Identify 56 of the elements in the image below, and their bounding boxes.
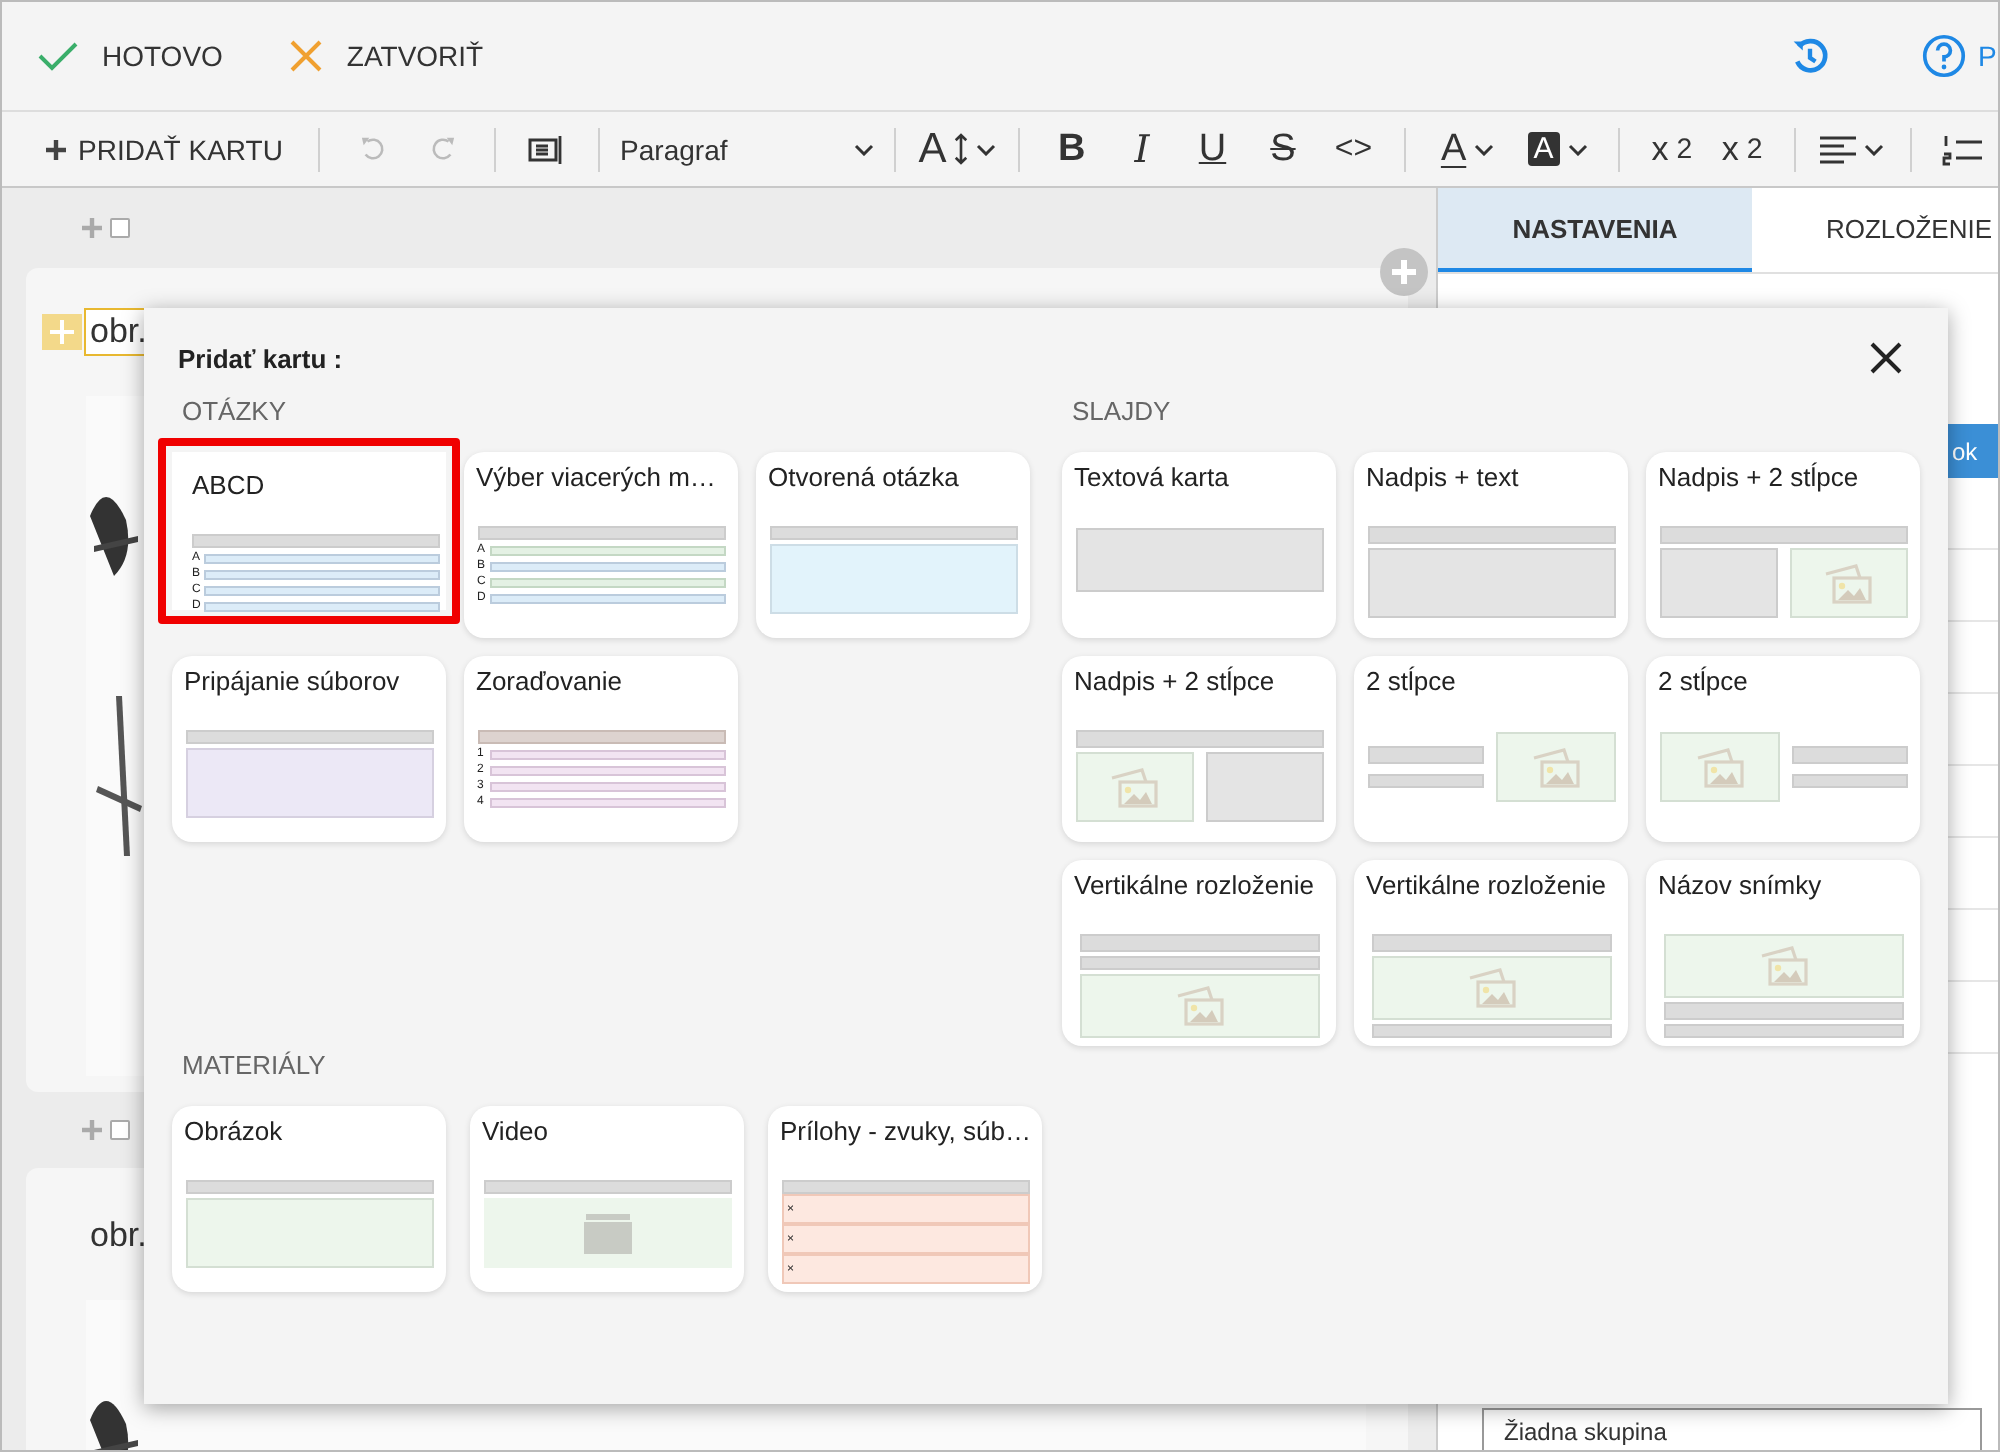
up-down-arrow-icon <box>954 132 969 166</box>
card-type-tile[interactable]: 2 stĺpce <box>1646 656 1920 842</box>
card-type-tile[interactable]: Textová karta <box>1062 452 1336 638</box>
card-type-tile[interactable]: Nadpis + 2 stĺpce <box>1646 452 1920 638</box>
add-card-button[interactable]: PRIDAŤ KARTU <box>46 119 303 179</box>
move-handle-icon[interactable] <box>42 314 82 350</box>
card-type-tile[interactable]: Video <box>470 1106 744 1292</box>
panel-tab[interactable]: NASTAVENIA <box>1438 188 1752 272</box>
group-field[interactable]: Žiadna skupina <box>1482 1408 1982 1450</box>
panel-tab[interactable]: ROZLOŽENIE <box>1752 188 1998 272</box>
close-icon <box>290 40 323 72</box>
card-type-tile[interactable]: Pripájanie súborov <box>172 656 446 842</box>
checkbox[interactable] <box>110 1120 130 1140</box>
italic-button[interactable]: I <box>1106 119 1178 179</box>
card-type-tile[interactable]: Nadpis + text <box>1354 452 1628 638</box>
text-box-icon <box>528 135 565 163</box>
redo-icon <box>429 136 456 162</box>
history-icon[interactable] <box>1790 36 1830 76</box>
caret-icon <box>976 143 997 155</box>
section-title: MATERIÁLY <box>182 1050 328 1080</box>
section-title: OTÁZKY <box>182 396 289 426</box>
card-type-tile[interactable]: 2 stĺpce <box>1354 656 1628 842</box>
card-type-tile[interactable]: Vertikálne rozloženie <box>1062 860 1336 1046</box>
undo-icon <box>359 136 386 162</box>
strike-button[interactable]: S <box>1247 119 1319 179</box>
add-circle-icon[interactable] <box>1380 248 1428 296</box>
numbered-list-icon <box>1942 133 1983 165</box>
card-type-tile[interactable]: Nadpis + 2 stĺpce <box>1062 656 1336 842</box>
card-type-tile[interactable]: Názov snímky <box>1646 860 1920 1046</box>
check-icon <box>38 40 78 72</box>
highlight-color-button[interactable]: A <box>1512 119 1603 179</box>
done-button[interactable]: HOTOVO <box>38 40 223 72</box>
help-icon[interactable] <box>1922 34 1966 78</box>
text-color-button[interactable]: A <box>1422 119 1513 179</box>
section-title: SLAJDY <box>1072 396 1173 426</box>
font-size-button[interactable]: A <box>912 119 1003 179</box>
card-text[interactable]: obr. <box>84 1212 153 1260</box>
card-type-tile[interactable]: Obrázok <box>172 1106 446 1292</box>
checkbox[interactable] <box>110 218 130 238</box>
plus-icon[interactable] <box>82 1120 102 1140</box>
code-button[interactable]: <> <box>1318 119 1389 179</box>
plus-icon <box>46 139 66 159</box>
card-type-tile[interactable]: Otvorená otázka <box>756 452 1030 638</box>
close-icon[interactable] <box>1870 342 1902 374</box>
caret-icon <box>854 143 875 155</box>
close-button[interactable]: ZATVORIŤ <box>290 40 484 72</box>
underline-button[interactable]: U <box>1177 119 1248 179</box>
caret-icon <box>1864 143 1885 155</box>
caret-icon <box>1567 143 1588 155</box>
card-type-tile[interactable]: Vertikálne rozloženie <box>1354 860 1628 1046</box>
align-left-icon <box>1820 135 1857 163</box>
paragraph-format-dropdown[interactable]: Paragraf <box>616 119 879 179</box>
caret-icon <box>1474 143 1495 155</box>
dialog-title: Pridať kartu : <box>178 343 343 373</box>
plus-icon[interactable] <box>82 218 102 238</box>
bold-button[interactable]: B <box>1036 119 1107 179</box>
